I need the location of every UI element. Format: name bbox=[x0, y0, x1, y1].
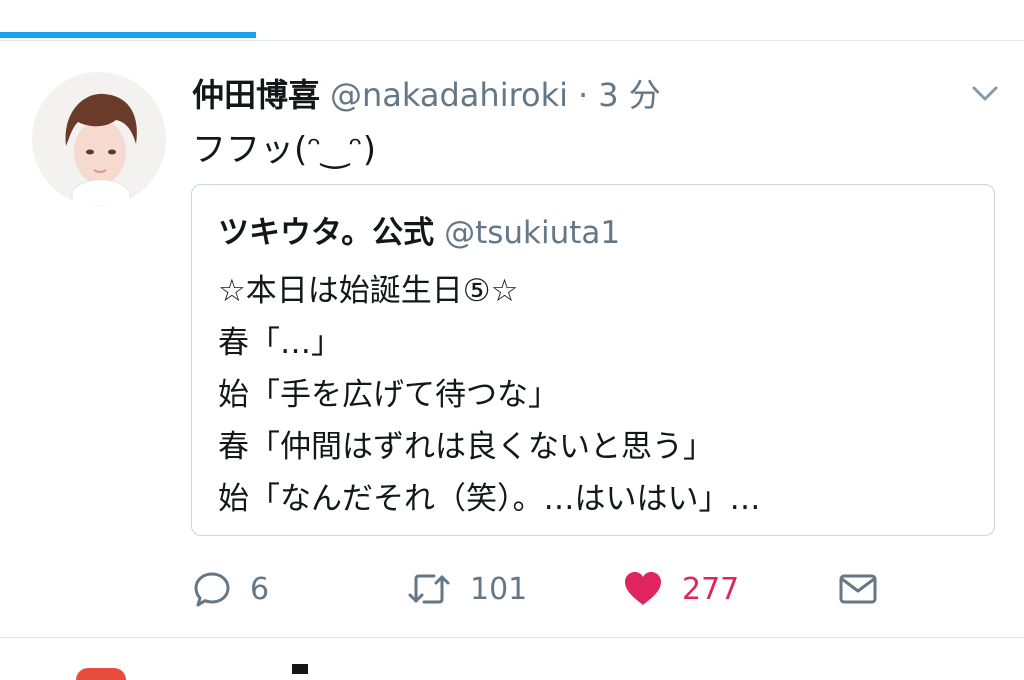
loading-progress-bar bbox=[0, 32, 1024, 41]
retweet-button[interactable]: 101 bbox=[406, 566, 527, 612]
author-name[interactable]: 仲田博喜 bbox=[192, 70, 320, 116]
chevron-down-icon bbox=[972, 86, 998, 101]
next-tweet-text-partial bbox=[292, 664, 308, 674]
reply-count: 6 bbox=[250, 571, 270, 607]
quoted-text-line: 始「なんだそれ（笑）。…はいはい」… bbox=[218, 481, 761, 517]
next-tweet-avatar-partial bbox=[76, 668, 126, 680]
quoted-author-name: ツキウタ。公式 bbox=[218, 215, 435, 251]
quoted-author-handle: @tsukiuta1 bbox=[444, 215, 621, 251]
loading-progress-fill bbox=[0, 32, 256, 38]
quoted-tweet-card[interactable]: ツキウタ。公式 @tsukiuta1 ☆本日は始誕生日⑤☆ 春「…」 始「手を広… bbox=[191, 184, 995, 536]
avatar-photo-icon bbox=[32, 72, 166, 206]
quoted-text-line: 春「…」 bbox=[218, 325, 342, 361]
like-count: 277 bbox=[682, 571, 740, 607]
avatar[interactable] bbox=[32, 72, 166, 206]
tweet[interactable]: 仲田博喜 @nakadahiroki · 3 分 フフッ(ᵔ‿ᵔ) ツキウタ。公… bbox=[0, 42, 1024, 638]
tweet-header: 仲田博喜 @nakadahiroki · 3 分 bbox=[192, 70, 661, 120]
retweet-icon bbox=[408, 574, 450, 604]
direct-message-button[interactable] bbox=[838, 566, 878, 612]
mail-icon bbox=[839, 574, 877, 604]
quoted-text-line: 始「手を広げて待つな」 bbox=[218, 377, 559, 413]
quoted-tweet-header: ツキウタ。公式 @tsukiuta1 bbox=[218, 207, 620, 252]
tweet-actions: 6 101 277 bbox=[192, 566, 892, 612]
retweet-count: 101 bbox=[470, 571, 528, 607]
tweet-menu-button[interactable] bbox=[968, 78, 1002, 108]
quoted-text-line: 春「仲間はずれは良くないと思う」 bbox=[218, 429, 714, 465]
quoted-text-line: ☆本日は始誕生日⑤☆ bbox=[218, 273, 519, 309]
header-separator: · bbox=[578, 76, 589, 114]
reply-icon bbox=[194, 572, 230, 607]
tweet-text: フフッ(ᵔ‿ᵔ) bbox=[192, 130, 376, 170]
quoted-tweet-text: ☆本日は始誕生日⑤☆ 春「…」 始「手を広げて待つな」 春「仲間はずれは良くない… bbox=[218, 265, 761, 525]
like-button[interactable]: 277 bbox=[622, 566, 739, 612]
tweet-divider bbox=[0, 637, 1024, 638]
author-handle[interactable]: @nakadahiroki bbox=[330, 76, 568, 114]
tweet-timestamp[interactable]: 3 分 bbox=[598, 70, 661, 116]
heart-icon bbox=[625, 572, 661, 605]
reply-button[interactable]: 6 bbox=[192, 566, 269, 612]
